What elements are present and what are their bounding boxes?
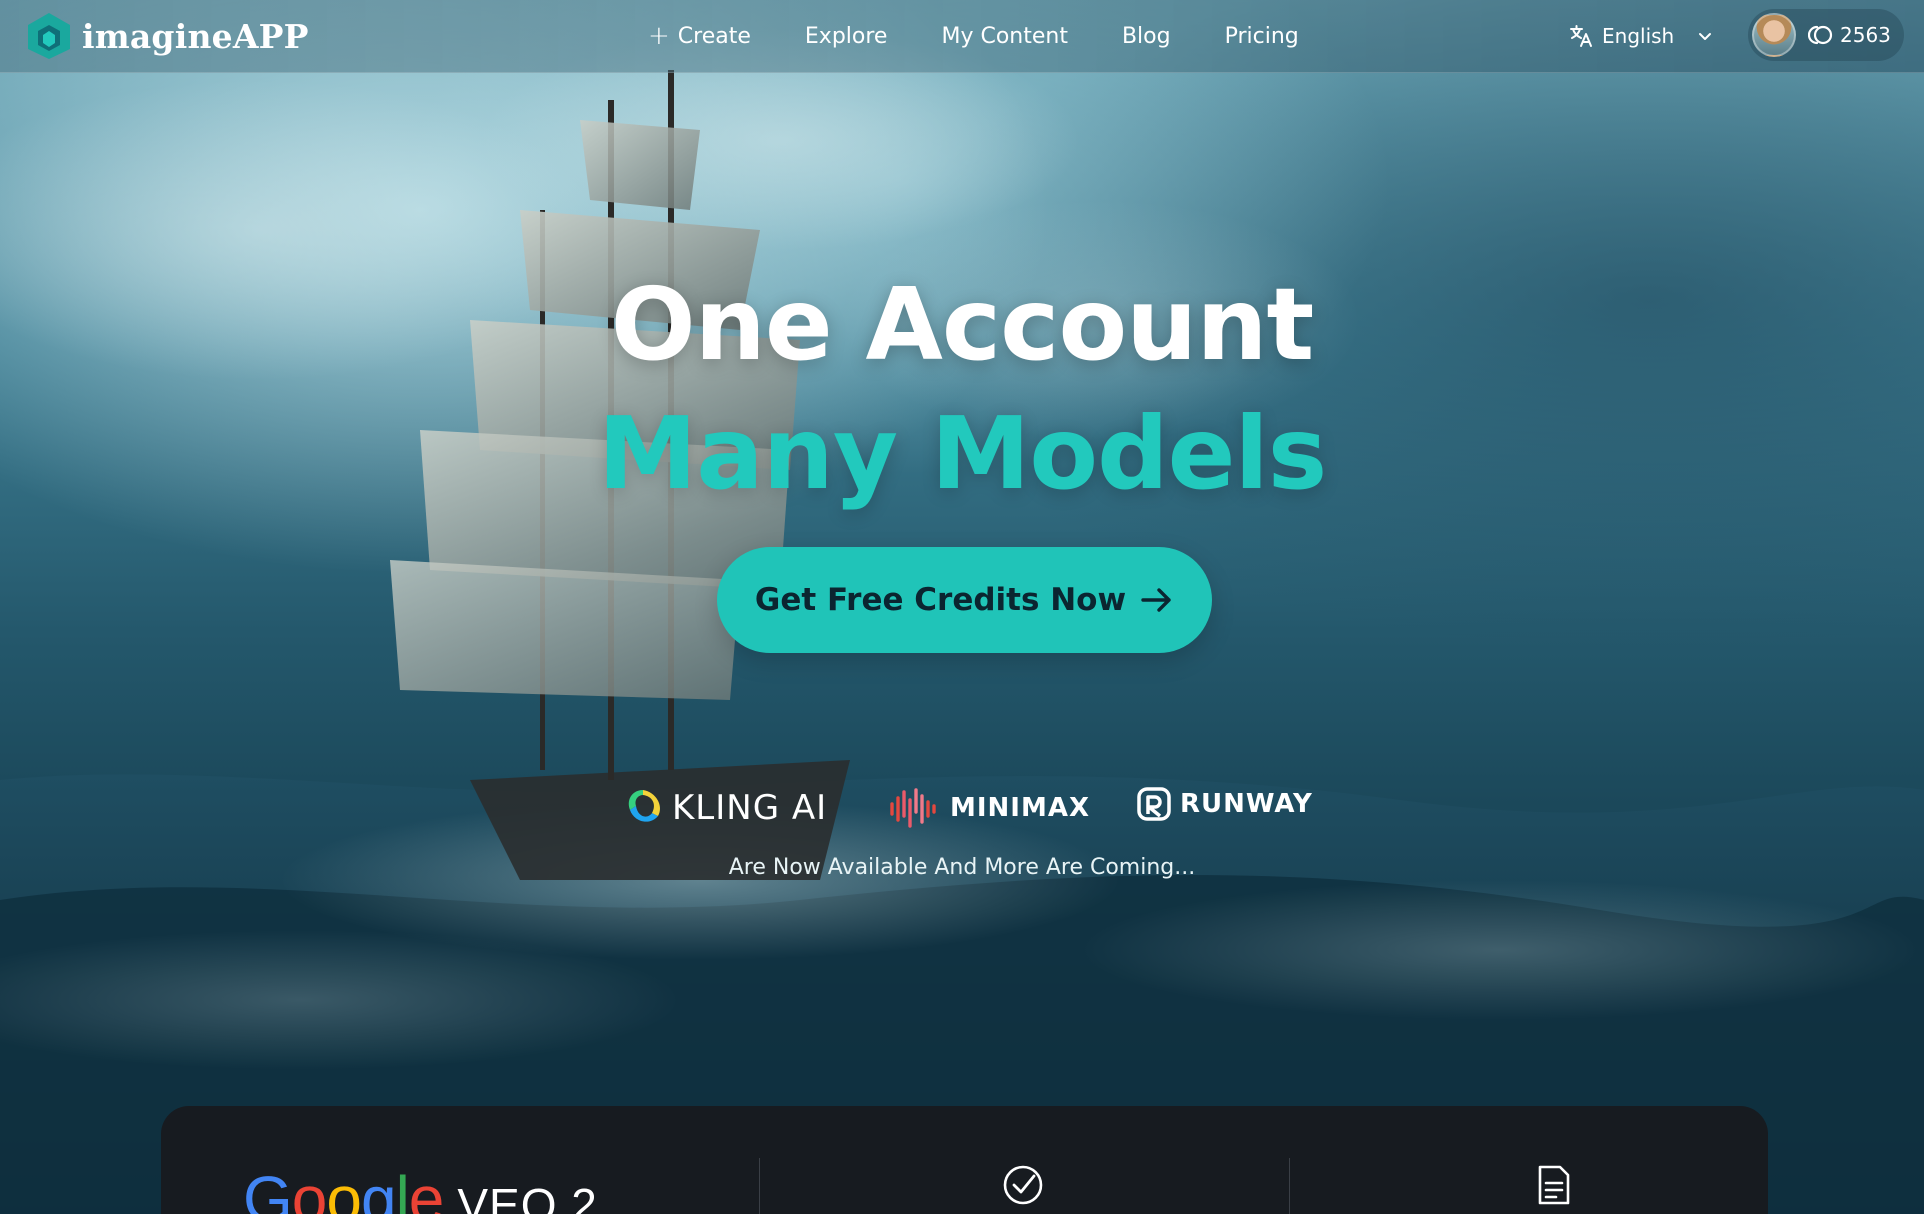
brand-runway: RUNWAY	[1136, 786, 1313, 822]
main-nav: + Create Explore My Content Blog Pricing	[648, 18, 1353, 54]
document-icon	[1538, 1165, 1570, 1205]
card-divider	[1289, 1158, 1290, 1214]
page: imagineAPP + Create Explore My Content B…	[0, 0, 1924, 1214]
user-account-pill[interactable]: 2563	[1748, 9, 1904, 61]
chevron-down-icon	[1699, 33, 1712, 40]
brand-runway-label: RUNWAY	[1180, 789, 1313, 819]
language-label: English	[1602, 24, 1675, 48]
brand-name: imagineAPP	[82, 16, 309, 56]
google-veo2-logo: Google VEO 2	[243, 1162, 598, 1214]
nav-blog-label: Blog	[1121, 23, 1171, 49]
brand-logo[interactable]: imagineAPP	[26, 10, 309, 62]
translate-icon	[1570, 25, 1592, 47]
hero-title-line1: One Account	[610, 266, 1315, 383]
kling-logo-icon	[628, 790, 661, 822]
brand-minimax: MINIMAX	[888, 786, 1090, 830]
arrow-right-icon	[1141, 588, 1171, 612]
nav-my-content-label: My Content	[941, 23, 1068, 49]
google-wordmark: Google	[243, 1162, 445, 1214]
nav-my-content[interactable]: My Content	[941, 24, 1068, 49]
google-letter: o	[326, 1163, 362, 1214]
get-free-credits-button[interactable]: Get Free Credits Now	[717, 547, 1212, 653]
nav-create[interactable]: + Create	[648, 23, 751, 49]
brand-kling-label: KLING AI	[672, 788, 828, 828]
nav-create-label: Create	[677, 23, 751, 49]
google-letter: G	[243, 1163, 293, 1214]
plus-icon: +	[648, 21, 670, 51]
credits-coin-icon	[1808, 25, 1833, 45]
nav-explore-label: Explore	[804, 23, 888, 49]
brand-kling: KLING AI	[622, 786, 827, 830]
veo2-label: VEO 2	[457, 1179, 598, 1214]
nav-pricing[interactable]: Pricing	[1225, 24, 1299, 49]
google-letter: g	[360, 1163, 397, 1214]
feature-card: Google VEO 2	[161, 1106, 1768, 1214]
nav-explore[interactable]: Explore	[805, 24, 888, 49]
minimax-logo-icon	[890, 788, 936, 828]
imagineapp-logo-icon	[28, 13, 70, 59]
runway-logo-icon	[1137, 787, 1171, 821]
nav-blog[interactable]: Blog	[1122, 24, 1171, 49]
credits-balance: 2563	[1808, 23, 1891, 47]
hero-title-line2: Many Models	[597, 395, 1328, 512]
check-circle-icon	[1003, 1165, 1043, 1205]
card-divider	[759, 1158, 760, 1214]
user-avatar[interactable]	[1752, 13, 1796, 57]
google-letter: o	[291, 1163, 328, 1214]
nav-pricing-label: Pricing	[1224, 23, 1299, 49]
google-letter: l	[395, 1163, 410, 1214]
hero-subtext: Are Now Available And More Are Coming...	[728, 855, 1196, 880]
credits-count: 2563	[1840, 23, 1891, 47]
language-selector[interactable]: English	[1568, 18, 1714, 54]
top-navbar: imagineAPP + Create Explore My Content B…	[0, 0, 1924, 73]
brand-minimax-label: MINIMAX	[950, 793, 1091, 823]
cta-label: Get Free Credits Now	[754, 582, 1127, 618]
model-brands-row: KLING AI MINIMAX RUNWAY	[620, 782, 1320, 834]
google-letter: e	[408, 1163, 445, 1214]
